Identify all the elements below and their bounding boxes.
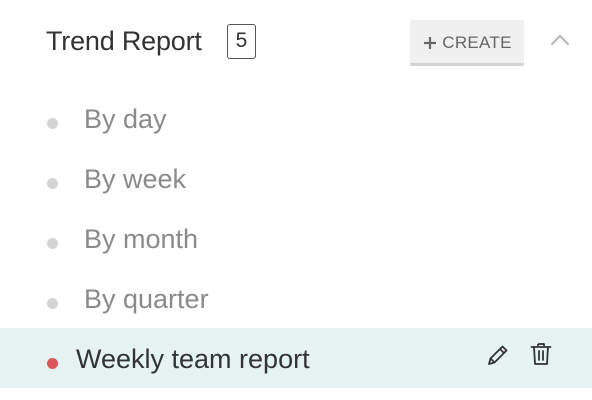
status-dot [47,238,58,249]
pencil-icon[interactable] [485,342,511,368]
report-item-label: By day [84,104,167,134]
report-item-weekly-team-report[interactable]: Weekly team report [0,328,592,388]
report-item-label: By week [84,164,187,194]
report-count-badge: 5 [227,24,256,59]
report-item-by-week[interactable]: By week [0,148,592,208]
report-item-by-month[interactable]: By month [0,208,592,268]
report-item-by-day[interactable]: By day [0,88,592,148]
status-dot [47,178,58,189]
create-button-label: CREATE [442,32,512,52]
create-button[interactable]: CREATE [410,20,524,66]
report-list: By day By week By month By quarter Weekl… [0,88,592,388]
report-item-by-quarter[interactable]: By quarter [0,268,592,328]
status-dot [47,118,58,129]
status-dot [47,298,58,309]
report-item-label: By quarter [84,284,209,314]
report-item-label: By month [84,224,199,254]
plus-icon [422,35,438,51]
report-item-label: Weekly team report [76,344,310,374]
trend-report-panel: Trend Report 5 CREATE By day By week By … [0,0,592,400]
status-dot-active [47,358,58,369]
trash-icon[interactable] [529,341,553,367]
chevron-up-icon[interactable] [548,30,572,50]
panel-title: Trend Report [46,26,202,56]
panel-header: Trend Report 5 CREATE [0,0,592,84]
